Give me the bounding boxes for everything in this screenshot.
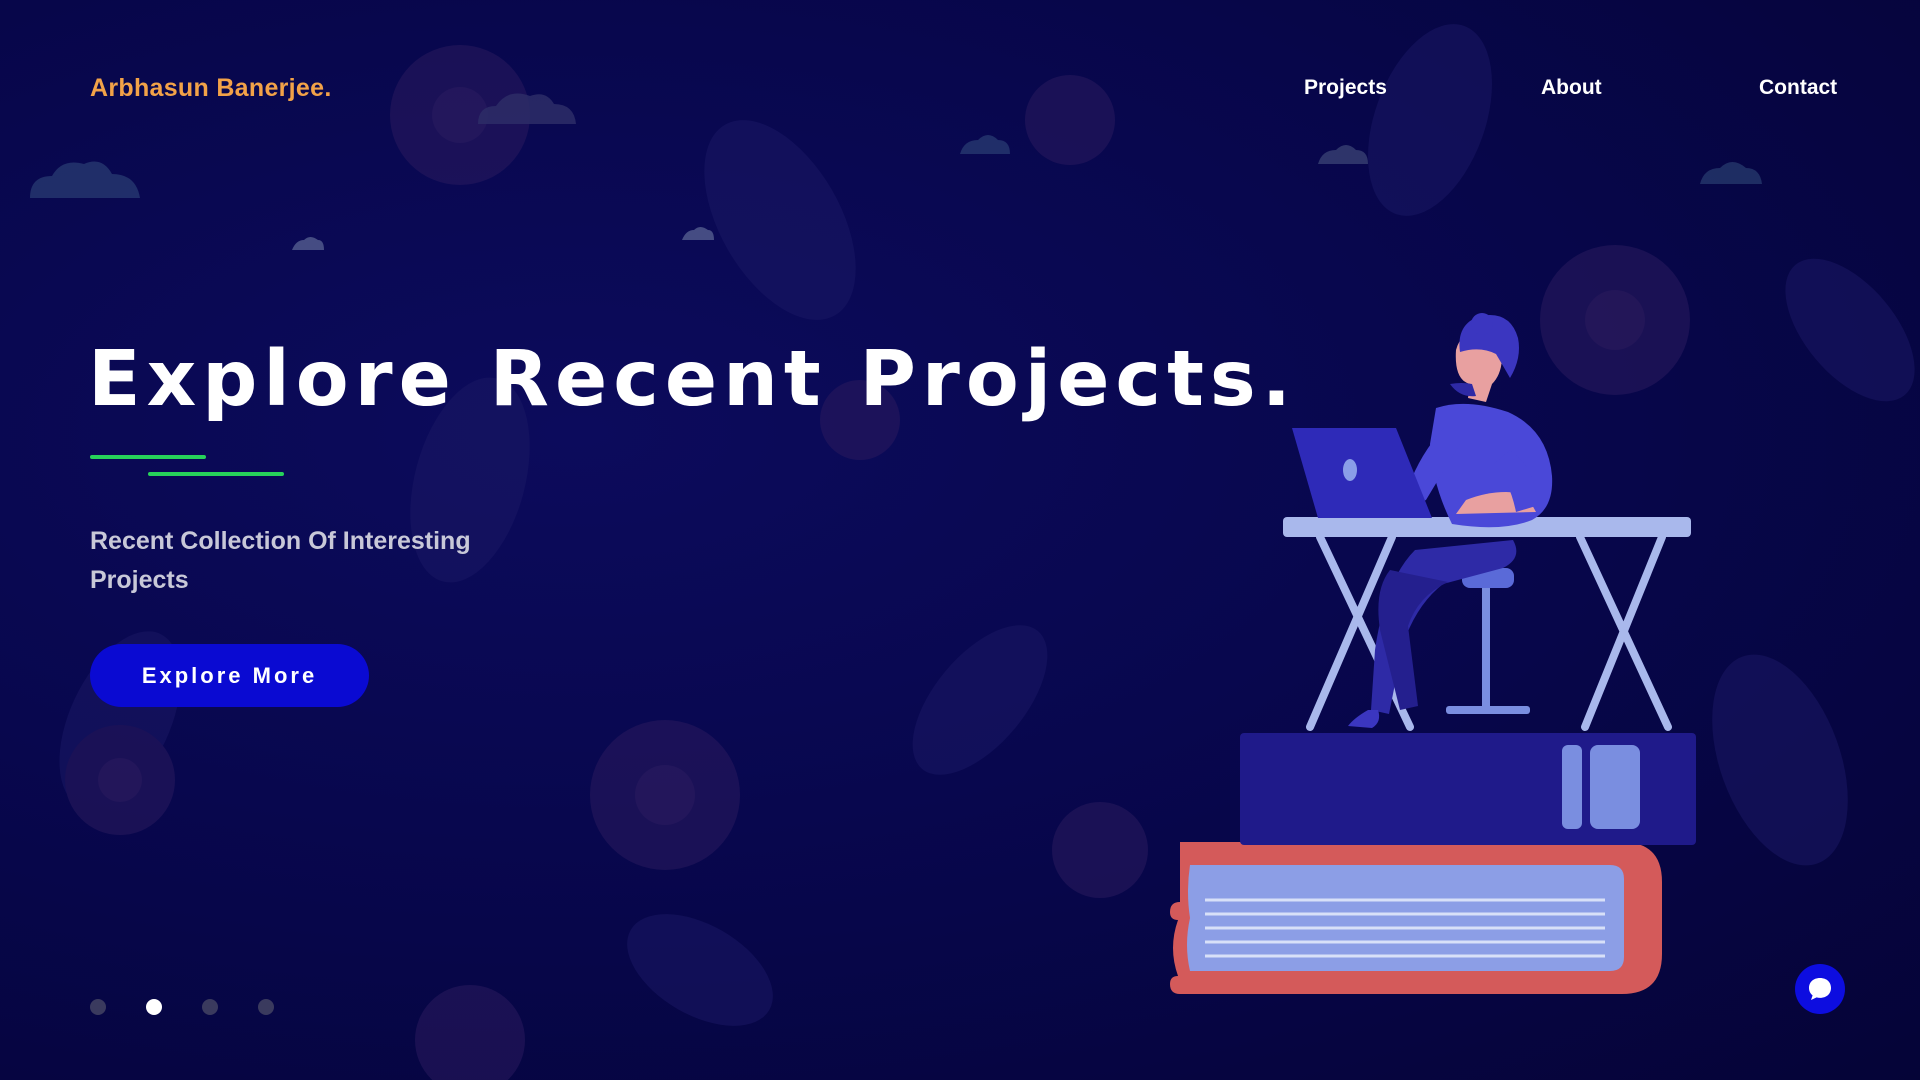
hero-section: Arbhasun Banerjee. Projects About Contac… [0, 0, 1920, 1080]
hero-subtitle: Recent Collection Of Interesting Project… [90, 527, 471, 594]
chat-button[interactable] [1795, 964, 1845, 1014]
accent-line-top [90, 455, 206, 459]
slider-dot-4[interactable] [258, 999, 274, 1015]
nav-link-about[interactable]: About [1541, 76, 1602, 100]
person-at-desk-illustration [1170, 313, 1696, 994]
nav-link-projects[interactable]: Projects [1304, 76, 1387, 100]
slider-dot-3[interactable] [202, 999, 218, 1015]
hero-title: Explore Recent Projects. [88, 335, 1297, 424]
nav-link-contact[interactable]: Contact [1759, 76, 1837, 100]
slider-dot-2[interactable] [146, 999, 162, 1015]
chat-bubble-icon [1809, 978, 1831, 1000]
accent-line-bottom [148, 472, 284, 476]
slider-pagination [90, 999, 274, 1015]
brand-logo[interactable]: Arbhasun Banerjee. [90, 74, 332, 103]
slider-dot-1[interactable] [90, 999, 106, 1015]
explore-more-button[interactable]: Explore More [90, 644, 369, 707]
